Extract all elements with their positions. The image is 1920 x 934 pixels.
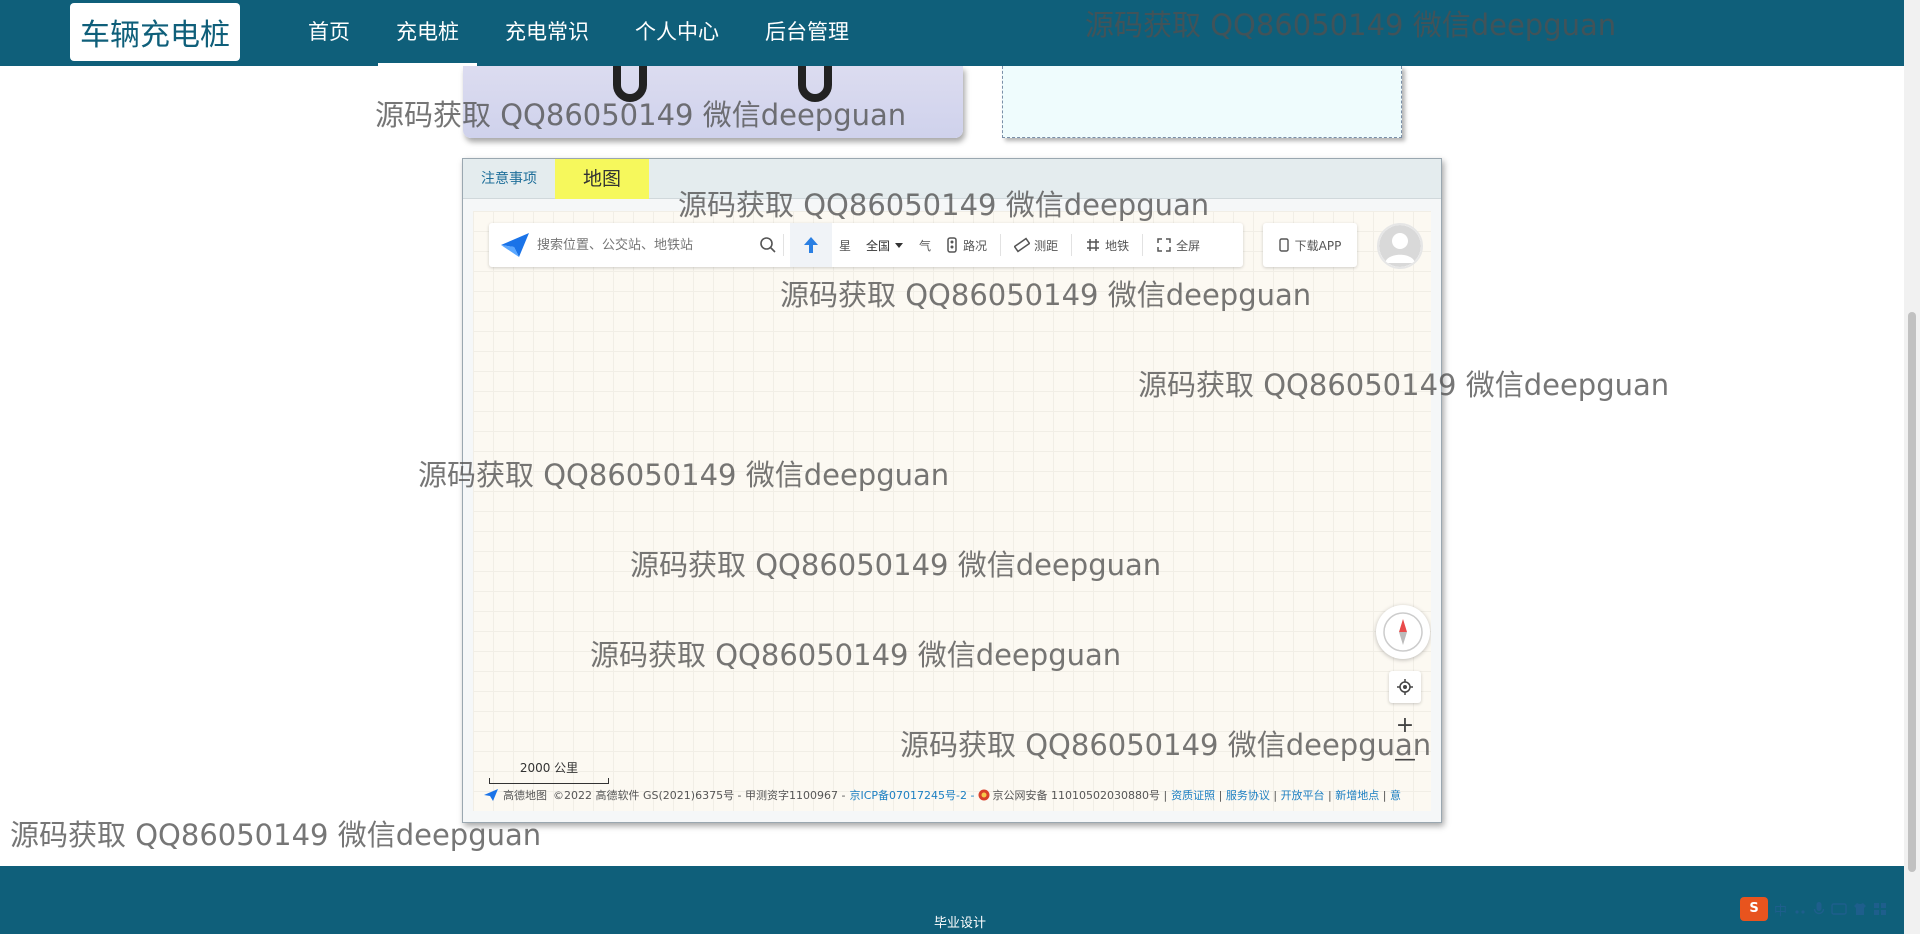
attribution-police: 京公网安备 11010502030880号 |: [992, 789, 1168, 802]
traffic-label: 路况: [963, 238, 988, 253]
punctuation-icon[interactable]: [1793, 902, 1807, 916]
attribution-link-agreement[interactable]: 服务协议: [1226, 787, 1270, 803]
map-card-tabs: 注意事项 地图: [463, 159, 1441, 199]
page-scrollbar[interactable]: [1904, 0, 1920, 934]
satellite-button[interactable]: 星: [832, 223, 858, 267]
charger-cable-shape: [798, 66, 832, 102]
nav-admin[interactable]: 后台管理: [747, 0, 867, 66]
map-search-input[interactable]: [531, 230, 751, 260]
route-arrow-icon: [804, 237, 818, 253]
grid-menu-icon[interactable]: [1873, 902, 1887, 916]
chevron-down-icon: [895, 243, 904, 248]
map-scale: 2000 公里: [489, 759, 609, 784]
footer-text: 毕业设计: [933, 916, 986, 931]
fullscreen-icon: [1157, 238, 1171, 252]
locate-button[interactable]: [1389, 671, 1421, 703]
ime-language-label[interactable]: 中: [1774, 900, 1787, 919]
attribution-link-add-place[interactable]: 新增地点: [1335, 787, 1379, 803]
subway-button[interactable]: 地铁: [1078, 223, 1136, 267]
phone-icon: [1278, 238, 1289, 252]
nav-charging-pile[interactable]: 充电桩: [378, 0, 477, 66]
charging-pile-image: [463, 66, 963, 138]
map-attribution: 高德地图 ©2022 高德软件 GS(2021)6375号 - 甲测资字1100…: [483, 785, 1423, 805]
city-select-label: 全国: [866, 238, 891, 253]
charger-cable-shape: [613, 66, 647, 102]
zoom-in-button[interactable]: +: [1389, 711, 1421, 743]
map-scale-bar: [489, 778, 609, 784]
toolbar-divider: [1000, 234, 1002, 256]
attribution-link-feedback[interactable]: 意: [1390, 787, 1401, 803]
tab-map[interactable]: 地图: [555, 159, 650, 199]
police-badge-icon: [978, 789, 990, 801]
tab-notes[interactable]: 注意事项: [463, 159, 555, 199]
subway-label: 地铁: [1105, 238, 1130, 253]
main-nav: 首页 充电桩 充电常识 个人中心 后台管理: [290, 0, 877, 66]
amap-small-logo-icon: [484, 789, 498, 801]
skin-shirt-icon[interactable]: [1853, 902, 1867, 916]
nav-home[interactable]: 首页: [290, 0, 368, 66]
zoom-out-button[interactable]: —: [1389, 745, 1421, 777]
toolbar-divider: [1071, 234, 1073, 256]
keyboard-icon[interactable]: [1831, 903, 1847, 915]
compass-control[interactable]: [1376, 605, 1430, 659]
attribution-link-license[interactable]: 资质证照: [1171, 787, 1215, 803]
fullscreen-label: 全屏: [1176, 238, 1201, 253]
toolbar-divider: [1142, 234, 1144, 256]
nav-personal-center[interactable]: 个人中心: [617, 0, 737, 66]
ime-toolbar[interactable]: S 中: [1740, 894, 1904, 924]
locate-icon: [1397, 679, 1413, 695]
map-scale-label: 2000 公里: [519, 761, 579, 775]
user-icon: [1379, 225, 1421, 267]
attribution-copyright: ©2022 高德软件 GS(2021)6375号 - 甲测资字1100967 -: [553, 789, 846, 802]
weather-button[interactable]: 气: [912, 223, 938, 267]
sogou-ime-icon[interactable]: S: [1740, 897, 1768, 921]
compass-icon: [1383, 612, 1423, 652]
ruler-icon: [1014, 237, 1031, 253]
fullscreen-button[interactable]: 全屏: [1149, 223, 1207, 267]
info-panel: [1002, 66, 1402, 138]
page-footer: 毕业设计: [0, 866, 1904, 934]
user-avatar[interactable]: [1377, 223, 1423, 269]
attribution-brand: 高德地图: [503, 789, 547, 802]
download-app-button[interactable]: 下载APP: [1263, 223, 1357, 267]
map-card: 注意事项 地图 星 全国: [462, 158, 1442, 823]
microphone-icon[interactable]: [1813, 901, 1825, 917]
nav-charging-knowledge[interactable]: 充电常识: [487, 0, 607, 66]
ruler-label: 测距: [1034, 238, 1059, 253]
ruler-button[interactable]: 测距: [1007, 223, 1065, 267]
site-brand[interactable]: 车辆充电桩: [70, 3, 240, 61]
subway-icon: [1087, 239, 1100, 251]
map-toolbar: 星 全国 气 路况 测距: [489, 223, 1243, 267]
download-app-label: 下载APP: [1294, 238, 1342, 253]
toolbar-divider: [783, 234, 784, 256]
traffic-light-icon: [947, 237, 957, 253]
route-button[interactable]: [790, 223, 832, 267]
search-icon[interactable]: [759, 236, 777, 254]
scrollbar-thumb[interactable]: [1908, 312, 1916, 872]
top-navbar: 车辆充电桩 首页 充电桩 充电常识 个人中心 后台管理: [0, 0, 1904, 66]
attribution-link-open-platform[interactable]: 开放平台: [1281, 787, 1325, 803]
map-canvas[interactable]: 星 全国 气 路况 测距: [473, 211, 1431, 811]
attribution-icp-link[interactable]: 京ICP备07017245号-2 -: [849, 787, 974, 803]
city-select[interactable]: 全国: [858, 237, 912, 254]
amap-logo-icon: [501, 233, 529, 257]
traffic-button[interactable]: 路况: [938, 223, 994, 267]
